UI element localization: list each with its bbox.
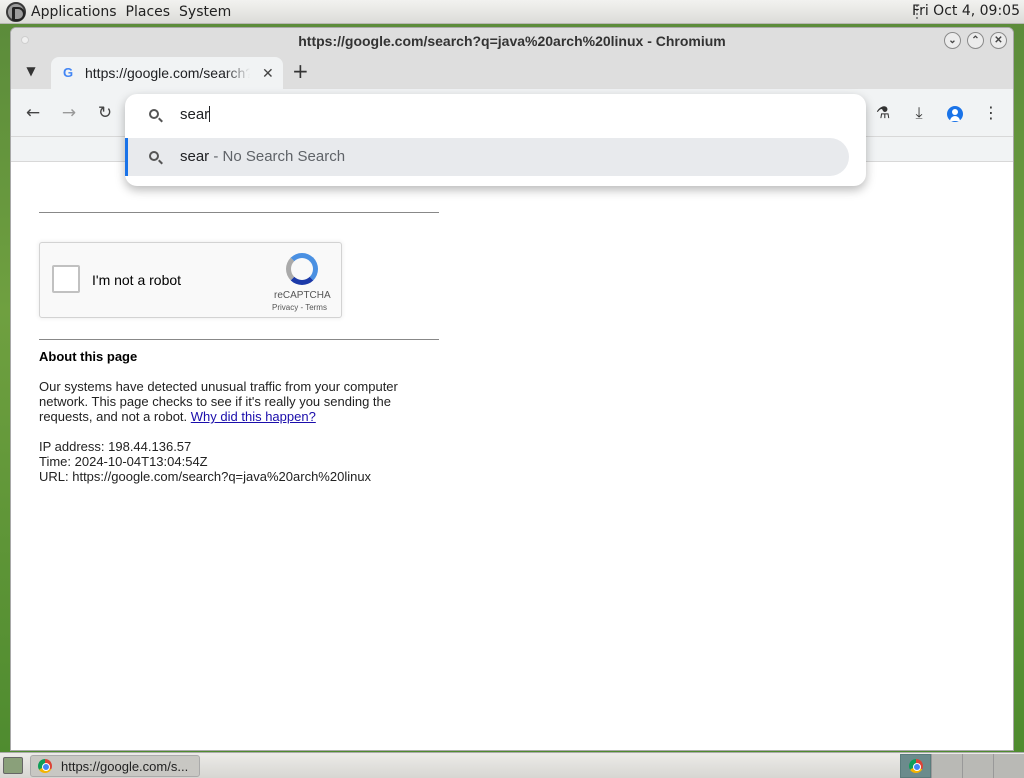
tab-google-search[interactable]: G https://google.com/search?q=java%20arc… [51, 57, 283, 89]
text-caret [209, 106, 211, 122]
suggestion-search-icon [149, 151, 159, 161]
request-url: URL: https://google.com/search?q=java%20… [39, 469, 372, 484]
omnibox-suggestion[interactable]: sear - No Search Search [125, 138, 849, 176]
recaptcha-label: I'm not a robot [92, 272, 182, 288]
forward-arrow-icon[interactable]: → [57, 101, 81, 125]
bottom-taskbar: https://google.com/s... [0, 752, 1024, 778]
window-titlebar[interactable]: https://google.com/search?q=java%20arch%… [11, 28, 1013, 53]
window-title: https://google.com/search?q=java%20arch%… [298, 32, 726, 49]
profile-avatar-icon[interactable] [943, 101, 967, 125]
system-menu[interactable]: System [179, 4, 231, 20]
suggestion-description: - No Search Search [209, 148, 346, 165]
workspace-1[interactable] [900, 754, 931, 778]
taskbar-window-button[interactable]: https://google.com/s... [30, 755, 200, 777]
taskbar-window-label: https://google.com/s... [61, 758, 189, 774]
close-window-button[interactable]: ✕ [990, 32, 1007, 49]
tab-title: https://google.com/search?q=java%20arch%… [85, 65, 250, 81]
divider-top [39, 212, 439, 213]
omnibox-input-row[interactable]: sear [125, 94, 866, 136]
divider-bottom [39, 339, 439, 340]
workspace-3[interactable] [962, 754, 993, 778]
download-icon[interactable]: ⤓ [907, 101, 931, 125]
applications-menu[interactable]: Applications [31, 4, 117, 20]
about-paragraph: Our systems have detected unusual traffi… [39, 379, 439, 424]
browser-window: https://google.com/search?q=java%20arch%… [10, 27, 1014, 751]
tab-search-chevron-icon[interactable]: ▼ [21, 61, 41, 81]
show-desktop-icon[interactable] [3, 757, 23, 774]
search-icon [149, 109, 159, 119]
reload-icon[interactable]: ↻ [93, 101, 117, 125]
labs-flask-icon[interactable]: ⚗ [871, 101, 895, 125]
recaptcha-widget: I'm not a robot reCAPTCHA Privacy - Term… [39, 242, 342, 318]
tab-close-icon[interactable]: ✕ [262, 65, 274, 82]
omnibox-dropdown: sear sear - No Search Search [125, 94, 866, 186]
clock[interactable]: Fri Oct 4, 09:05 [912, 3, 1020, 19]
about-heading: About this page [39, 349, 138, 364]
back-arrow-icon[interactable]: ← [21, 101, 45, 125]
ip-address: IP address: 198.44.136.57 [39, 439, 192, 454]
selection-indicator [125, 138, 128, 176]
workspace-switcher [900, 754, 1024, 778]
maximize-button[interactable]: ⌃ [967, 32, 984, 49]
page-content: I'm not a robot reCAPTCHA Privacy - Term… [11, 174, 1013, 750]
suggestion-text: sear - No Search Search [180, 148, 345, 165]
tab-strip: ▼ G https://google.com/search?q=java%20a… [11, 53, 1013, 89]
recaptcha-checkbox[interactable] [52, 265, 80, 293]
recaptcha-privacy-terms[interactable]: Privacy - Terms [272, 303, 327, 312]
distro-logo-icon[interactable] [6, 1, 26, 22]
workspace-4[interactable] [993, 754, 1024, 778]
workspace-2[interactable] [931, 754, 962, 778]
why-did-this-happen-link[interactable]: Why did this happen? [191, 409, 316, 424]
top-panel: Applications Places System Fri Oct 4, 09… [0, 0, 1024, 24]
recaptcha-logo-icon [286, 253, 318, 285]
window-menu-icon[interactable] [21, 36, 29, 44]
recaptcha-brand: reCAPTCHA [274, 290, 331, 301]
new-tab-button[interactable]: + [292, 59, 309, 83]
places-menu[interactable]: Places [126, 4, 171, 20]
timestamp: Time: 2024-10-04T13:04:54Z [39, 454, 208, 469]
more-menu-icon[interactable]: ⋮ [979, 101, 1003, 125]
chromium-icon [38, 759, 52, 773]
minimize-button[interactable]: ⌄ [944, 32, 961, 49]
workspace-chromium-icon [908, 759, 923, 773]
google-favicon-icon: G [62, 65, 74, 80]
suggestion-query: sear [180, 148, 210, 165]
omnibox-input[interactable]: sear [180, 106, 211, 123]
